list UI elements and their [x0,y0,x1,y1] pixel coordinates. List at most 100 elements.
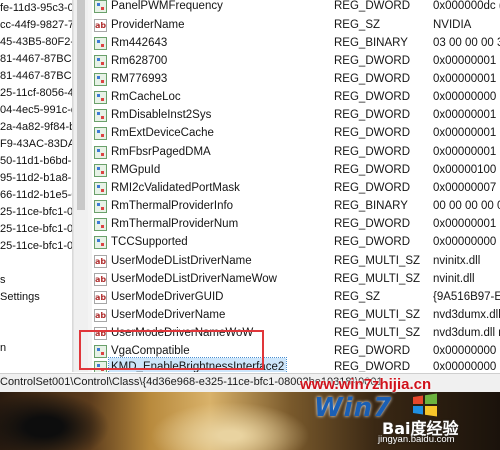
registry-value-row[interactable]: UserModeDListDriverNameWow REG_MULTI_SZ nv… [92,270,500,289]
scrollbar-thumb[interactable] [77,0,85,210]
value-name: RmCacheLoc [111,91,181,103]
value-data: 0x00000000 (0 [433,361,500,372]
tree-item[interactable]: 04-4ec5-991c-d [0,102,72,119]
tree-item[interactable]: 2a-4a82-9f84-b [0,119,72,136]
registry-value-row[interactable]: UserModeDriverGUID REG_SZ {9A516B97-E7 [92,288,500,307]
tree-item[interactable]: 66-11d2-b1e5-0 [0,187,72,204]
value-type: REG_DWORD [334,127,411,139]
value-name: RmDisableInst2Sys [111,109,212,121]
value-type: REG_DWORD [334,73,411,85]
binary-value-icon [94,109,107,122]
tree-item[interactable]: Settings [0,289,72,306]
registry-value-row[interactable]: RmThermalProviderInfo REG_BINARY 00 00 00 … [92,197,500,216]
registry-value-row[interactable]: RMGpuId REG_DWORD 0x00000100 (2 [92,161,500,180]
value-type: REG_SZ [334,291,381,303]
registry-value-row[interactable]: RMI2cValidatedPortMask REG_DWORD 0x0000000… [92,179,500,198]
tree-vertical-scrollbar[interactable] [73,0,89,372]
watermark-site-url: www.win7zhijia.cn [300,376,432,393]
value-data: nvinitx.dll [433,255,481,267]
string-value-icon [94,291,107,304]
tree-item[interactable]: cc-44f9-9827-7 [0,17,72,34]
value-data: {9A516B97-E7 [433,291,500,303]
registry-value-row[interactable]: KMD_EnableBrightnessInterface2 REG_DWORD 0… [92,357,500,372]
value-data: 0x00000000 (0 [433,236,500,248]
value-type: REG_DWORD [334,146,411,158]
value-name: RmThermalProviderNum [111,218,239,230]
registry-value-row[interactable]: Rm628700 REG_DWORD 0x00000001 (1 [92,52,500,71]
registry-value-row[interactable]: RmThermalProviderNum REG_DWORD 0x00000001 … [92,215,500,234]
win7-logo-text: Win7 [314,393,393,423]
tree-item[interactable]: 81-4467-87BC- [0,68,72,85]
value-name: ProviderName [111,19,185,31]
binary-value-icon [94,127,107,140]
value-data: NVIDIA [433,19,472,31]
tree-item[interactable]: 95-11d2-b1a8- [0,170,72,187]
tree-item[interactable]: 25-11cf-8056-4 [0,85,72,102]
string-value-icon [94,327,107,340]
value-type: REG_MULTI_SZ [334,273,421,285]
tree-item[interactable]: 50-11d1-b6bd- [0,153,72,170]
registry-value-row[interactable]: ProviderName REG_SZ NVIDIA [92,16,500,35]
registry-value-row[interactable]: UserModeDListDriverName REG_MULTI_SZ nvini… [92,252,500,271]
string-value-icon [94,273,107,286]
registry-value-row[interactable]: UserModeDriverNameWoW REG_MULTI_SZ nvd3dum… [92,324,500,343]
value-name: PanelPWMFrequency [111,0,223,12]
value-data: 0x00000100 (2 [433,164,500,176]
registry-value-row[interactable]: RmDisableInst2Sys REG_DWORD 0x00000001 (1 [92,106,500,125]
value-type: REG_BINARY [334,37,408,49]
registry-value-row[interactable]: RmExtDeviceCache REG_DWORD 0x00000001 (1 [92,124,500,143]
value-name: RMI2cValidatedPortMask [111,182,240,194]
value-name: UserModeDriverNameWoW [111,327,254,339]
binary-value-icon [94,0,107,13]
value-type: REG_DWORD [334,182,411,194]
tree-item[interactable]: n [0,340,72,357]
desktop-highlight [150,402,310,450]
value-name: Rm628700 [111,55,168,67]
value-type: REG_MULTI_SZ [334,255,421,267]
windows-flag-icon [413,393,437,417]
registry-value-row[interactable]: RmCacheLoc REG_DWORD 0x00000000 (0 [92,88,500,107]
value-name: TCCSupported [111,236,188,248]
registry-value-row[interactable]: RmFbsrPagedDMA REG_DWORD 0x00000001 (1 [92,143,500,162]
tree-item[interactable] [0,323,72,340]
registry-value-row[interactable]: Rm442643 REG_BINARY 03 00 00 00 30 [92,34,500,53]
value-name: RM776993 [111,73,168,85]
tree-item[interactable]: s [0,272,72,289]
value-type: REG_MULTI_SZ [334,327,421,339]
binary-value-icon [94,146,107,159]
tree-item[interactable]: 45-43B5-80F2- [0,34,72,51]
value-data: 0x00000007 (7 [433,182,500,194]
value-name: KMD_EnableBrightnessInterface2 [107,357,288,372]
tree-item[interactable]: 25-11ce-bfc1-0 [0,221,72,238]
tree-item[interactable] [0,306,72,323]
tree-item[interactable]: 81-4467-87BC- [0,51,72,68]
registry-value-row[interactable]: TCCSupported REG_DWORD 0x00000000 (0 [92,233,500,252]
tree-item[interactable]: 25-11ce-bfc1-0 [0,238,72,255]
registry-value-row[interactable]: PanelPWMFrequency REG_DWORD 0x000000dc (2 [92,0,500,16]
string-value-icon [94,19,107,32]
value-data: 03 00 00 00 30 [433,37,500,49]
value-type: REG_DWORD [334,218,411,230]
binary-value-icon [94,361,107,372]
value-name: UserModeDListDriverName [111,255,252,267]
binary-value-icon [94,236,107,249]
binary-value-icon [94,182,107,195]
value-data: 0x00000001 (1 [433,218,500,230]
value-data: nvd3dum.dll n [433,327,500,339]
value-type: REG_DWORD [334,109,411,121]
value-type: REG_DWORD [334,361,411,372]
value-data: nvinit.dll [433,273,475,285]
registry-key-tree[interactable]: fe-11d3-95c3-0 cc-44f9-9827-7 45-43B5-80F2… [0,0,73,372]
tree-item[interactable]: fe-11d3-95c3-0 [0,0,72,17]
value-name: UserModeDListDriverNameWow [111,273,277,285]
value-type: REG_DWORD [334,91,411,103]
registry-value-row[interactable]: RM776993 REG_DWORD 0x00000001 (1 [92,70,500,89]
value-type: REG_BINARY [334,200,408,212]
tree-item[interactable]: 25-11ce-bfc1-0 [0,204,72,221]
binary-value-icon [94,55,107,68]
string-value-icon [94,309,107,322]
tree-item[interactable] [0,255,72,272]
tree-item[interactable]: F9-43AC-83DA- [0,136,72,153]
value-name: RmThermalProviderInfo [111,200,234,212]
registry-value-row[interactable]: UserModeDriverName REG_MULTI_SZ nvd3dumx.d… [92,306,500,325]
